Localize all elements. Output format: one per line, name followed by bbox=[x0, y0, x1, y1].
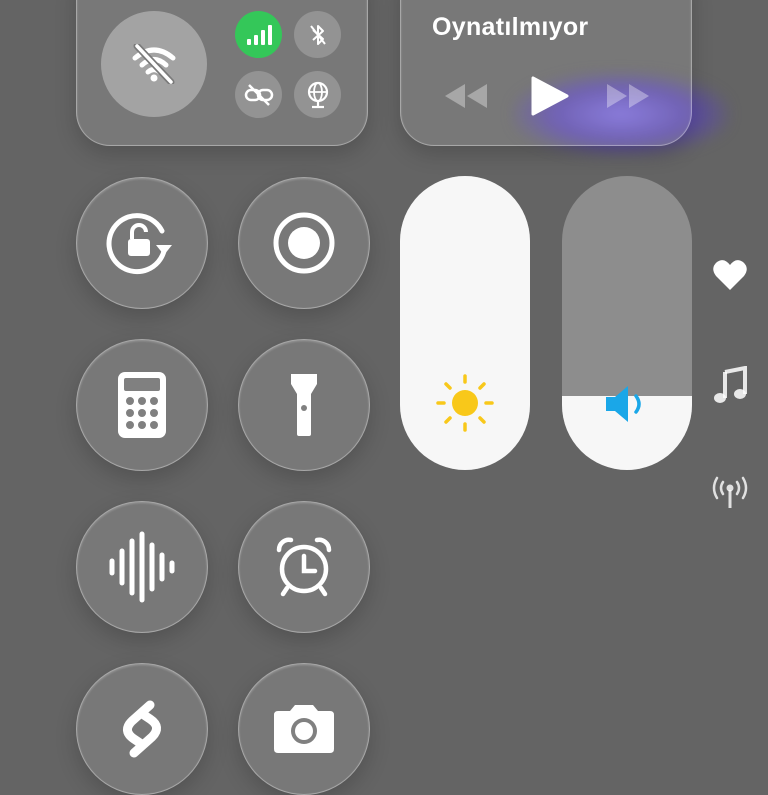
bluetooth-off-icon bbox=[309, 24, 326, 45]
alarm-clock-icon bbox=[276, 537, 332, 597]
globe-antenna-icon bbox=[307, 81, 328, 108]
rotation-lock-button[interactable] bbox=[76, 177, 208, 309]
cellular-bars-icon bbox=[246, 24, 272, 45]
connectivity-module bbox=[76, 0, 368, 146]
now-playing-title: Oynatılmıyor bbox=[432, 13, 589, 41]
brightness-slider[interactable] bbox=[400, 176, 530, 470]
hotspot-button[interactable] bbox=[294, 71, 341, 118]
sun-icon bbox=[436, 374, 494, 432]
heart-icon[interactable] bbox=[712, 258, 748, 292]
wifi-button[interactable] bbox=[101, 11, 207, 117]
shazam-icon bbox=[123, 700, 161, 758]
unlinked-icon bbox=[244, 83, 273, 106]
flashlight-icon bbox=[291, 374, 317, 436]
screen-record-button[interactable] bbox=[238, 177, 370, 309]
rotation-lock-icon bbox=[106, 213, 172, 275]
alarm-button[interactable] bbox=[238, 501, 370, 633]
voice-memos-button[interactable] bbox=[76, 501, 208, 633]
now-playing-module[interactable]: Oynatılmıyor bbox=[400, 0, 692, 146]
bluetooth-button[interactable] bbox=[294, 11, 341, 58]
link-button[interactable] bbox=[235, 71, 282, 118]
screen-record-icon bbox=[273, 212, 335, 274]
calculator-icon bbox=[118, 372, 166, 438]
waveform-icon bbox=[109, 531, 175, 603]
wifi-off-icon bbox=[132, 44, 176, 84]
fast-forward-icon[interactable] bbox=[605, 82, 651, 110]
speaker-icon bbox=[606, 386, 641, 422]
music-note-icon[interactable] bbox=[713, 366, 747, 404]
broadcast-icon[interactable] bbox=[710, 476, 750, 510]
camera-icon bbox=[274, 705, 334, 753]
calculator-button[interactable] bbox=[76, 339, 208, 471]
flashlight-button[interactable] bbox=[238, 339, 370, 471]
rewind-icon[interactable] bbox=[443, 82, 489, 110]
cellular-button[interactable] bbox=[235, 11, 282, 58]
play-icon[interactable] bbox=[530, 75, 570, 117]
shazam-button[interactable] bbox=[76, 663, 208, 795]
camera-button[interactable] bbox=[238, 663, 370, 795]
volume-slider[interactable] bbox=[562, 176, 692, 470]
